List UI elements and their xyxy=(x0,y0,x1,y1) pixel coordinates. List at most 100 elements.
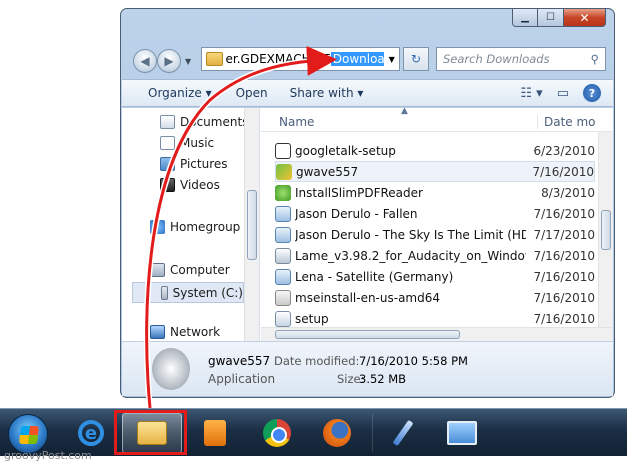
music-icon xyxy=(160,136,175,150)
maximize-button[interactable]: ☐ xyxy=(538,9,564,27)
file-list-horizontal-scrollbar[interactable] xyxy=(261,327,613,341)
file-row[interactable]: setup 7/16/2010 xyxy=(275,308,595,329)
nav-item-label: System (C:) xyxy=(172,285,243,300)
help-icon[interactable]: ? xyxy=(583,84,601,102)
refresh-button[interactable]: ↻ xyxy=(403,47,429,71)
nav-item-label: Pictures xyxy=(180,157,228,171)
file-name: setup xyxy=(295,311,329,326)
search-placeholder: Search Downloads xyxy=(443,52,550,66)
explorer-window: ▁ ☐ ✕ ◀ ▶ ▼ er.GDEXMACHINEDownloads ▼ ↻ … xyxy=(120,8,615,398)
file-row[interactable]: InstallSlimPDFReader 8/3/2010 xyxy=(275,182,595,203)
details-size-value: 3.52 MB xyxy=(359,372,407,386)
taskbar-firefox[interactable] xyxy=(310,413,364,453)
pictures-icon xyxy=(160,157,175,171)
pen-icon xyxy=(392,419,413,447)
firefox-icon xyxy=(323,419,351,447)
file-name: gwave557 xyxy=(296,164,359,179)
setup-icon xyxy=(275,310,291,327)
nav-item-computer[interactable]: Computer xyxy=(150,263,230,277)
nav-item-homegroup[interactable]: Homegroup xyxy=(150,220,240,234)
file-row-selected[interactable]: gwave557 7/16/2010 xyxy=(275,161,595,182)
file-row[interactable]: mseinstall-en-us-amd64 7/16/2010 xyxy=(275,287,595,308)
details-file-type: Application xyxy=(208,372,276,386)
nav-item-network[interactable]: Network xyxy=(150,325,220,339)
address-bar[interactable]: er.GDEXMACHINEDownloads ▼ xyxy=(201,47,400,71)
nav-item-label: Homegroup xyxy=(170,220,241,234)
navigation-pane: Documents Music Pictures Videos Homegrou… xyxy=(122,108,260,341)
file-name: Jason Derulo - Fallen xyxy=(295,206,418,221)
music-icon xyxy=(275,205,291,222)
file-date: 7/16/2010 xyxy=(533,311,595,326)
application-disc-icon xyxy=(152,348,190,390)
file-date: 7/16/2010 xyxy=(533,290,595,305)
nav-item-pictures[interactable]: Pictures xyxy=(160,157,228,171)
taskbar-media-player[interactable] xyxy=(190,413,240,453)
file-list-vertical-scrollbar[interactable] xyxy=(598,132,613,328)
vertical-scrollbar-thumb[interactable] xyxy=(601,210,611,250)
address-path-selected: Downloads xyxy=(330,52,385,66)
internet-explorer-icon: e xyxy=(78,420,104,446)
file-date: 6/23/2010 xyxy=(533,143,595,158)
nav-item-documents[interactable]: Documents xyxy=(160,115,248,129)
file-row[interactable]: Jason Derulo - Fallen 7/16/2010 xyxy=(275,203,595,224)
address-path: er.GDEXMACHINEDownloads xyxy=(226,52,385,66)
minimize-button[interactable]: ▁ xyxy=(512,9,538,27)
taskbar-photo-viewer[interactable] xyxy=(432,413,492,453)
documents-icon xyxy=(160,115,175,129)
details-pane: gwave557 Application Date modified: 7/16… xyxy=(122,341,613,396)
sort-ascending-icon: ▲ xyxy=(401,108,408,116)
nav-item-system-drive[interactable]: System (C:) xyxy=(132,282,244,303)
horizontal-scrollbar-thumb[interactable] xyxy=(275,330,460,339)
taskbar: e xyxy=(0,408,627,456)
preview-pane-icon[interactable]: ▭ xyxy=(557,86,569,101)
arrow-left-icon: ◀ xyxy=(140,54,150,68)
recent-pages-dropdown[interactable]: ▼ xyxy=(185,57,191,66)
installer-icon xyxy=(275,289,291,306)
nav-item-label: Network xyxy=(170,325,221,339)
column-header-date[interactable]: Date mo xyxy=(537,115,596,129)
nav-item-label: Music xyxy=(180,136,215,150)
folder-icon xyxy=(206,52,223,66)
file-row[interactable]: googletalk-setup 6/23/2010 xyxy=(275,140,595,161)
file-name: mseinstall-en-us-amd64 xyxy=(295,290,441,305)
organize-button[interactable]: Organize ▾ xyxy=(140,86,220,100)
forward-button[interactable]: ▶ xyxy=(157,49,181,73)
explorer-body: Documents Music Pictures Videos Homegrou… xyxy=(122,108,613,341)
file-date: 7/16/2010 xyxy=(532,164,594,179)
start-button[interactable] xyxy=(8,414,48,454)
file-list: ▲ Name Date mo googletalk-setup 6/23/2010… xyxy=(261,108,613,341)
refresh-icon: ↻ xyxy=(410,52,422,66)
command-bar: Organize ▾ Open Share with ▾ ☷ ▾ ▭ ? xyxy=(122,79,613,107)
back-button[interactable]: ◀ xyxy=(133,49,157,73)
nav-item-label: Documents xyxy=(180,115,249,129)
address-path-prefix: er.GDEXMACHINE xyxy=(225,52,331,66)
photo-viewer-icon xyxy=(447,421,477,445)
drive-icon xyxy=(161,285,168,300)
media-player-icon xyxy=(204,420,226,446)
file-date: 7/16/2010 xyxy=(533,269,595,284)
nav-item-music[interactable]: Music xyxy=(160,136,214,150)
file-date: 7/17/2010 xyxy=(533,227,595,242)
nav-item-videos[interactable]: Videos xyxy=(160,178,220,192)
network-icon xyxy=(150,325,165,339)
arrow-right-icon: ▶ xyxy=(164,54,174,68)
navigation-scrollbar[interactable] xyxy=(244,108,259,341)
videos-icon xyxy=(160,178,175,192)
details-file-name: gwave557 xyxy=(208,354,271,368)
address-dropdown-arrow[interactable]: ▼ xyxy=(384,55,399,64)
taskbar-internet-explorer[interactable]: e xyxy=(68,413,114,453)
close-button[interactable]: ✕ xyxy=(564,9,606,27)
view-options-icon[interactable]: ☷ ▾ xyxy=(520,86,542,101)
window-controls: ▁ ☐ ✕ xyxy=(512,9,606,27)
search-input[interactable]: Search Downloads ⚲ xyxy=(436,47,606,71)
file-row[interactable]: Lena - Satellite (Germany) 7/16/2010 xyxy=(275,266,595,287)
taskbar-pen-app[interactable] xyxy=(372,413,432,453)
share-with-button[interactable]: Share with ▾ xyxy=(282,86,372,100)
taskbar-chrome[interactable] xyxy=(250,413,304,453)
navigation-scrollbar-thumb[interactable] xyxy=(247,190,257,260)
nav-item-label: Computer xyxy=(170,263,230,277)
open-button[interactable]: Open xyxy=(228,86,276,100)
file-row[interactable]: Jason Derulo - The Sky Is The Limit (HD)… xyxy=(275,224,595,245)
column-header-name[interactable]: Name xyxy=(279,115,314,129)
file-row[interactable]: Lame_v3.98.2_for_Audacity_on_Windows 7/16… xyxy=(275,245,595,266)
